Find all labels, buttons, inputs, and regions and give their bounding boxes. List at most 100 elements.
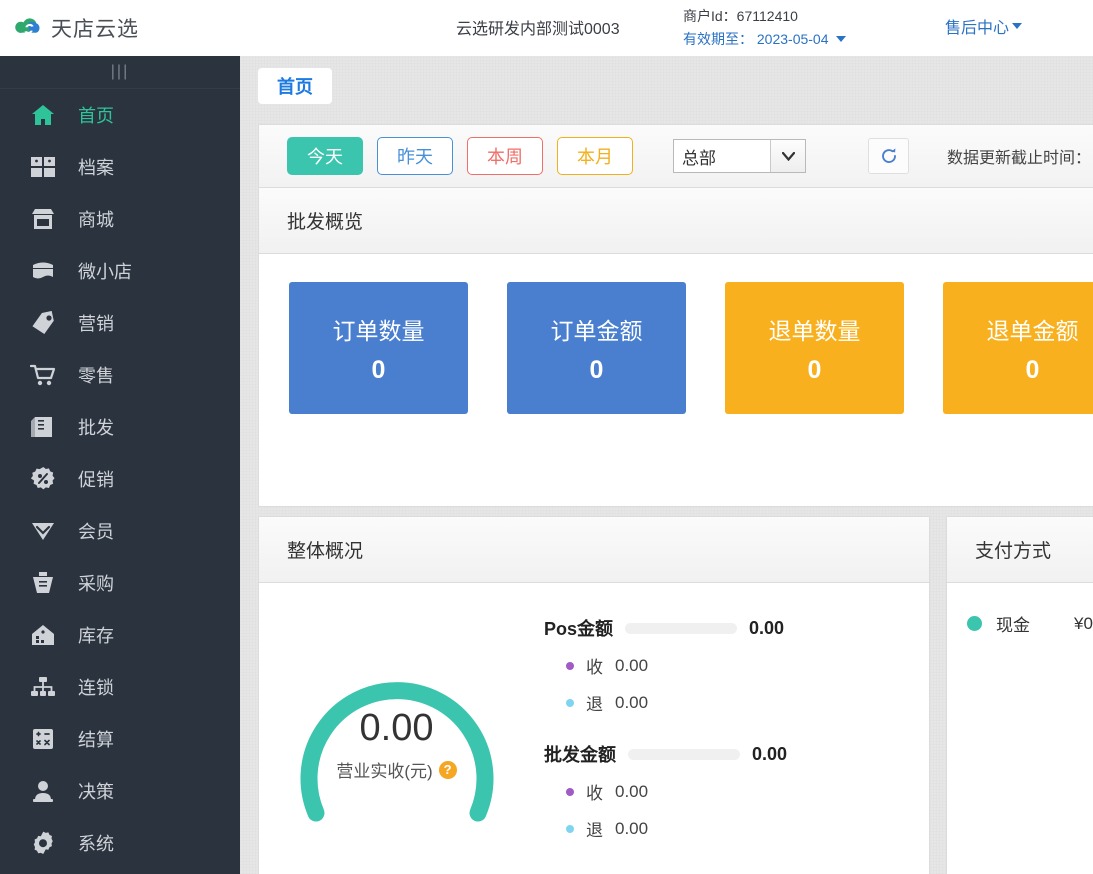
amount-name: 批发金额 [544,741,616,767]
collapse-menu-icon[interactable]: ||| [0,56,240,89]
cloud-logo-icon [14,15,44,41]
sidebar-item-10[interactable]: 库存 [0,609,240,661]
wholesale-card-3[interactable]: 退单金额 0 [943,282,1093,414]
merchant-id: 商户Id：67112410 [683,6,798,26]
org-select-value: 总部 [674,140,770,172]
sidebar-item-9[interactable]: 采购 [0,557,240,609]
chevron-down-icon[interactable] [770,140,805,172]
amount-sub-label: 收 [586,653,603,678]
amount-group-0: Pos金额0.00 收 0.00 退 0.00 [544,615,929,715]
sidebar-item-label: 商城 [78,206,114,232]
payment-rows: 现金¥0 [947,583,1093,636]
filter-toolbar: 今天 昨天 本周 本月 总部 数据更新截止时间： [258,124,1093,187]
wholesale-card-value: 0 [808,356,822,385]
sidebar-item-6[interactable]: 批发 [0,401,240,453]
legend-dot-icon [566,699,574,707]
help-question-icon[interactable]: ? [439,761,457,779]
amount-sub-row: 退 0.00 [544,690,929,715]
amount-sub-value: 0.00 [615,819,648,839]
sidebar-item-label: 结算 [78,726,114,752]
legend-dot-icon [566,662,574,670]
sidebar-item-1[interactable]: 档案 [0,141,240,193]
amount-total: 0.00 [752,744,787,765]
org-select[interactable]: 总部 [673,139,806,173]
wholesale-card-1[interactable]: 订单金额0 [507,282,686,414]
amount-sub-row: 收 0.00 [544,653,929,678]
brand[interactable]: 天店云选 [0,0,240,56]
sidebar-item-12[interactable]: 结算 [0,713,240,765]
payment-amount: ¥0 [1074,614,1093,634]
range-week-button[interactable]: 本周 [467,137,543,175]
sidebar-item-label: 决策 [78,778,114,804]
sidebar-item-11[interactable]: 连锁 [0,661,240,713]
wholesale-card-0[interactable]: 订单数量 0 [289,282,468,414]
wholesale-card-value: 0 [1026,356,1040,385]
person-icon [30,778,56,804]
gauge-wrap: 0.00 营业实收(元) ? [259,605,534,874]
legend-dot-icon [967,616,982,631]
sidebar-item-7[interactable]: 促销 [0,453,240,505]
member-shield-icon [30,518,56,544]
sidebar-item-0[interactable]: 首页 [0,89,240,141]
wholesale-card-title: 订单数量 [333,312,425,346]
amount-head: Pos金额0.00 [544,615,929,641]
payment-method-title: 支付方式 [947,517,1093,583]
sidebar-item-5[interactable]: 零售 [0,349,240,401]
amount-groups: Pos金额0.00 收 0.00 退 0.00 批发金额 0.00 收 0.00 退 0.00 [534,605,929,874]
amount-sub-row: 收 0.00 [544,779,929,804]
sidebar-item-label: 促销 [78,466,114,492]
revenue-gauge: 0.00 营业实收(元) ? [274,617,520,847]
gear-icon [30,830,56,856]
amount-progress-bar [628,749,740,760]
sidebar-item-8[interactable]: 会员 [0,505,240,557]
range-month-button[interactable]: 本月 [557,137,633,175]
sidebar-item-2[interactable]: 商城 [0,193,240,245]
amount-sub-label: 收 [586,779,603,804]
gauge-label: 营业实收(元) [336,757,432,782]
amount-progress-bar [625,623,737,634]
overall-title: 整体概况 [259,517,929,583]
sidebar-item-13[interactable]: 决策 [0,765,240,817]
sidebar-item-label: 微小店 [78,258,132,284]
wholesale-card-value: 0 [590,356,604,385]
refresh-button[interactable] [868,138,909,174]
wholesale-overview-title: 批发概览 [259,188,1093,254]
calculator-icon [30,726,56,752]
amount-head: 批发金额 0.00 [544,741,929,767]
range-yesterday-button[interactable]: 昨天 [377,137,453,175]
amount-sub-value: 0.00 [615,782,648,802]
sidebar-item-4[interactable]: 营销 [0,297,240,349]
wholesale-icon [30,414,56,440]
amount-sub-row: 退 0.00 [544,816,929,841]
tag-icon [30,310,56,336]
expire-date-dropdown[interactable]: 有效期至： 2023-05-04 [683,29,846,49]
app-root: 天店云选 云选研发内部测试0003 商户Id：67112410 有效期至： 20… [0,0,1093,874]
wholesale-overview-panel: 批发概览 订单数量0订单金额0退单数量0退单金额0 [258,187,1093,507]
amount-sub-label: 退 [586,816,603,841]
sidebar-item-14[interactable]: 系统 [0,817,240,869]
sidebar-nav: 首页档案商城微小店营销零售批发促销会员采购库存连锁结算决策系统 [0,89,240,869]
amount-sub-value: 0.00 [615,693,648,713]
sidebar-item-3[interactable]: 微小店 [0,245,240,297]
brand-text: 天店云选 [51,13,139,43]
gauge-label-row: 营业实收(元) ? [274,757,520,782]
wholesale-card-value: 0 [372,356,386,385]
legend-dot-icon [566,825,574,833]
warehouse-icon [30,622,56,648]
sidebar-item-label: 档案 [78,154,114,180]
store-icon [30,206,56,232]
amount-sub-label: 退 [586,690,603,715]
wholesale-card-title: 退单金额 [987,312,1079,346]
amount-name: Pos金额 [544,615,613,641]
tab-home[interactable]: 首页 [258,68,332,104]
payment-method-panel: 支付方式 现金¥0 [946,516,1093,874]
sidebar-item-label: 系统 [78,830,114,856]
sidebar: ||| 首页档案商城微小店营销零售批发促销会员采购库存连锁结算决策系统 [0,56,240,874]
amount-sub-value: 0.00 [615,656,648,676]
archive-icon [30,154,56,180]
aftersales-center-dropdown[interactable]: 售后中心 [945,14,1022,38]
chain-network-icon [30,674,56,700]
range-today-button[interactable]: 今天 [287,137,363,175]
home-icon [30,102,56,128]
wholesale-card-2[interactable]: 退单数量0 [725,282,904,414]
